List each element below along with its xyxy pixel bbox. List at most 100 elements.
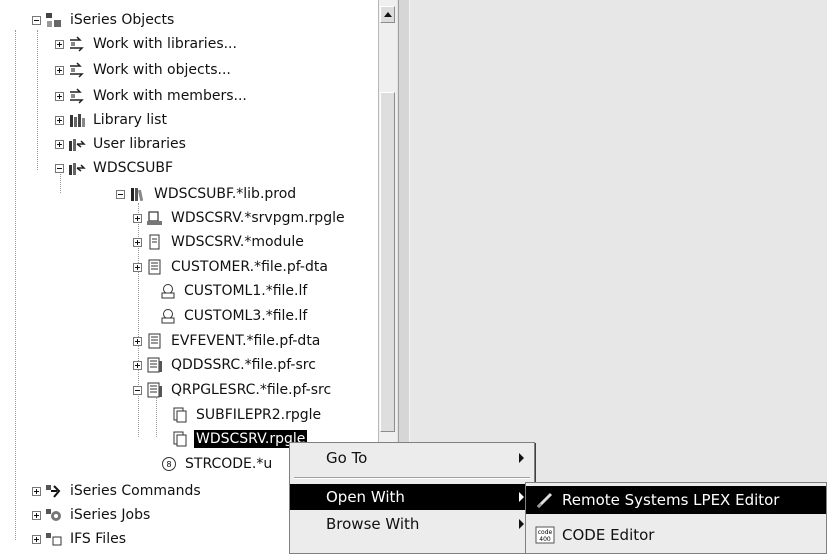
tree-item-library-list[interactable]: Library list bbox=[55, 108, 169, 132]
tree-item-work-with-libraries[interactable]: Work with libraries... bbox=[55, 32, 239, 56]
source-file-icon bbox=[146, 357, 164, 373]
tree-item-customl3-file[interactable]: CUSTOML3.*file.lf bbox=[146, 304, 309, 328]
tree-item-label: iSeries Objects bbox=[70, 12, 175, 28]
tree-item-label: CUSTOML1.*file.lf bbox=[184, 283, 308, 299]
tree-item-work-with-members[interactable]: Work with members... bbox=[55, 84, 249, 108]
work-with-filter-icon bbox=[68, 62, 86, 78]
code-editor-icon: code 400 bbox=[534, 525, 556, 545]
tree-item-strcode-program[interactable]: 8 STRCODE.*u bbox=[160, 452, 274, 476]
collapse-toggle[interactable] bbox=[55, 163, 64, 173]
collapse-toggle[interactable] bbox=[116, 189, 125, 199]
tree-item-label: Work with objects... bbox=[93, 62, 231, 78]
tree-item-label: STRCODE.*u bbox=[185, 456, 273, 472]
expand-toggle[interactable] bbox=[133, 336, 142, 346]
tree-item-work-with-objects[interactable]: Work with objects... bbox=[55, 58, 233, 82]
tree-item-label: Library list bbox=[93, 112, 167, 128]
context-menu: Go To Open With Browse With bbox=[289, 442, 535, 554]
tree-item-label: IFS Files bbox=[70, 531, 126, 547]
work-with-filter-icon bbox=[68, 88, 86, 104]
collapse-toggle[interactable] bbox=[32, 15, 41, 25]
tree-item-label: Work with libraries... bbox=[93, 36, 237, 52]
menu-item-label: Remote Systems LPEX Editor bbox=[562, 491, 780, 509]
svg-text:8: 8 bbox=[166, 460, 171, 469]
ifs-files-icon bbox=[45, 531, 63, 547]
tree-item-label: WDSCSRV.*module bbox=[171, 234, 304, 250]
tree-item-label: Work with members... bbox=[93, 88, 247, 104]
tree-item-label: User libraries bbox=[93, 136, 186, 152]
source-file-icon bbox=[146, 382, 164, 398]
tree-item-customl1-file[interactable]: CUSTOML1.*file.lf bbox=[146, 279, 309, 303]
menu-separator bbox=[294, 477, 530, 479]
expand-toggle[interactable] bbox=[55, 65, 64, 75]
member-icon bbox=[171, 407, 189, 423]
tree-item-user-libraries[interactable]: User libraries bbox=[55, 132, 188, 156]
tree-item-subfilepr2-member[interactable]: SUBFILEPR2.rpgle bbox=[158, 403, 323, 427]
tree-item-label: CUSTOML3.*file.lf bbox=[184, 308, 308, 324]
iseries-jobs-icon bbox=[45, 507, 63, 523]
filter-icon bbox=[68, 160, 86, 176]
tree-item-ifs-files[interactable]: IFS Files bbox=[32, 527, 128, 551]
tree-item-iseries-objects[interactable]: iSeries Objects bbox=[32, 8, 176, 32]
expand-toggle[interactable] bbox=[133, 213, 142, 223]
menu-item-label: CODE Editor bbox=[562, 526, 655, 544]
submenu-arrow-icon bbox=[519, 453, 524, 463]
user-libraries-icon bbox=[68, 136, 86, 152]
expand-toggle[interactable] bbox=[32, 510, 41, 520]
tree-item-customer-file[interactable]: CUSTOMER.*file.pf-dta bbox=[133, 255, 330, 279]
menu-item-open-with[interactable]: Open With bbox=[290, 484, 534, 510]
tree-item-iseries-commands[interactable]: iSeries Commands bbox=[32, 479, 203, 503]
tree-item-wdscsrv-member[interactable]: WDSCSRV.rpgle bbox=[158, 427, 308, 451]
tree-item-evfevent-file[interactable]: EVFEVENT.*file.pf-dta bbox=[133, 329, 322, 353]
tree-item-label: EVFEVENT.*file.pf-dta bbox=[171, 333, 321, 349]
expand-toggle[interactable] bbox=[133, 237, 142, 247]
scroll-thumb[interactable] bbox=[380, 92, 395, 432]
physical-file-icon bbox=[146, 333, 164, 349]
tree-item-wdscsubf-library[interactable]: WDSCSUBF.*lib.prod bbox=[116, 182, 298, 206]
scroll-up-button[interactable] bbox=[380, 6, 395, 23]
tree-item-label: iSeries Jobs bbox=[70, 507, 151, 523]
logical-file-icon bbox=[159, 308, 177, 324]
service-program-icon bbox=[146, 210, 164, 226]
menu-item-label: Go To bbox=[326, 449, 368, 467]
menu-item-lpex-editor[interactable]: Remote Systems LPEX Editor bbox=[526, 486, 826, 514]
menu-item-go-to[interactable]: Go To bbox=[290, 445, 534, 471]
member-icon bbox=[171, 431, 189, 447]
tree-item-wdscsrv-module[interactable]: WDSCSRV.*module bbox=[133, 230, 306, 254]
submenu-arrow-icon bbox=[519, 492, 524, 502]
collapse-toggle[interactable] bbox=[133, 385, 142, 395]
tree-item-label: WDSCSRV.*srvpgm.rpgle bbox=[171, 210, 345, 226]
tree-item-iseries-jobs[interactable]: iSeries Jobs bbox=[32, 503, 152, 527]
lpex-editor-icon bbox=[534, 490, 556, 510]
expand-toggle[interactable] bbox=[55, 91, 64, 101]
module-icon bbox=[146, 234, 164, 250]
work-with-filter-icon bbox=[68, 36, 86, 52]
expand-toggle[interactable] bbox=[55, 115, 64, 125]
expand-toggle[interactable] bbox=[133, 360, 142, 370]
library-icon bbox=[129, 186, 147, 202]
library-list-icon bbox=[68, 112, 86, 128]
logical-file-icon bbox=[159, 283, 177, 299]
tree-item-wdscsrv-srvpgm[interactable]: WDSCSRV.*srvpgm.rpgle bbox=[133, 206, 347, 230]
tree-item-wdscsubf-filter[interactable]: WDSCSUBF bbox=[55, 156, 175, 180]
tree-item-label: WDSCSUBF.*lib.prod bbox=[154, 186, 297, 202]
expand-toggle[interactable] bbox=[133, 262, 142, 272]
submenu-arrow-icon bbox=[519, 519, 524, 529]
expand-toggle[interactable] bbox=[55, 39, 64, 49]
tree-item-qddssrc-file[interactable]: QDDSSRC.*file.pf-src bbox=[133, 353, 318, 377]
tree-item-label: QDDSSRC.*file.pf-src bbox=[171, 357, 316, 373]
physical-file-icon bbox=[146, 259, 164, 275]
program-icon: 8 bbox=[160, 456, 178, 472]
iseries-objects-icon bbox=[45, 12, 63, 28]
tree-item-label: iSeries Commands bbox=[70, 483, 201, 499]
open-with-submenu: Remote Systems LPEX Editor code 400 CODE … bbox=[525, 482, 827, 554]
tree-item-label: CUSTOMER.*file.pf-dta bbox=[171, 259, 328, 275]
expand-toggle[interactable] bbox=[55, 139, 64, 149]
tree-item-qrpglesrc-file[interactable]: QRPGLESRC.*file.pf-src bbox=[133, 378, 333, 402]
menu-item-label: Open With bbox=[326, 488, 405, 506]
menu-item-browse-with[interactable]: Browse With bbox=[290, 511, 534, 537]
expand-toggle[interactable] bbox=[32, 486, 41, 496]
menu-item-code-editor[interactable]: code 400 CODE Editor bbox=[526, 521, 826, 549]
tree-item-label: SUBFILEPR2.rpgle bbox=[196, 407, 322, 423]
svg-text:400: 400 bbox=[539, 536, 551, 543]
expand-toggle[interactable] bbox=[32, 534, 41, 544]
